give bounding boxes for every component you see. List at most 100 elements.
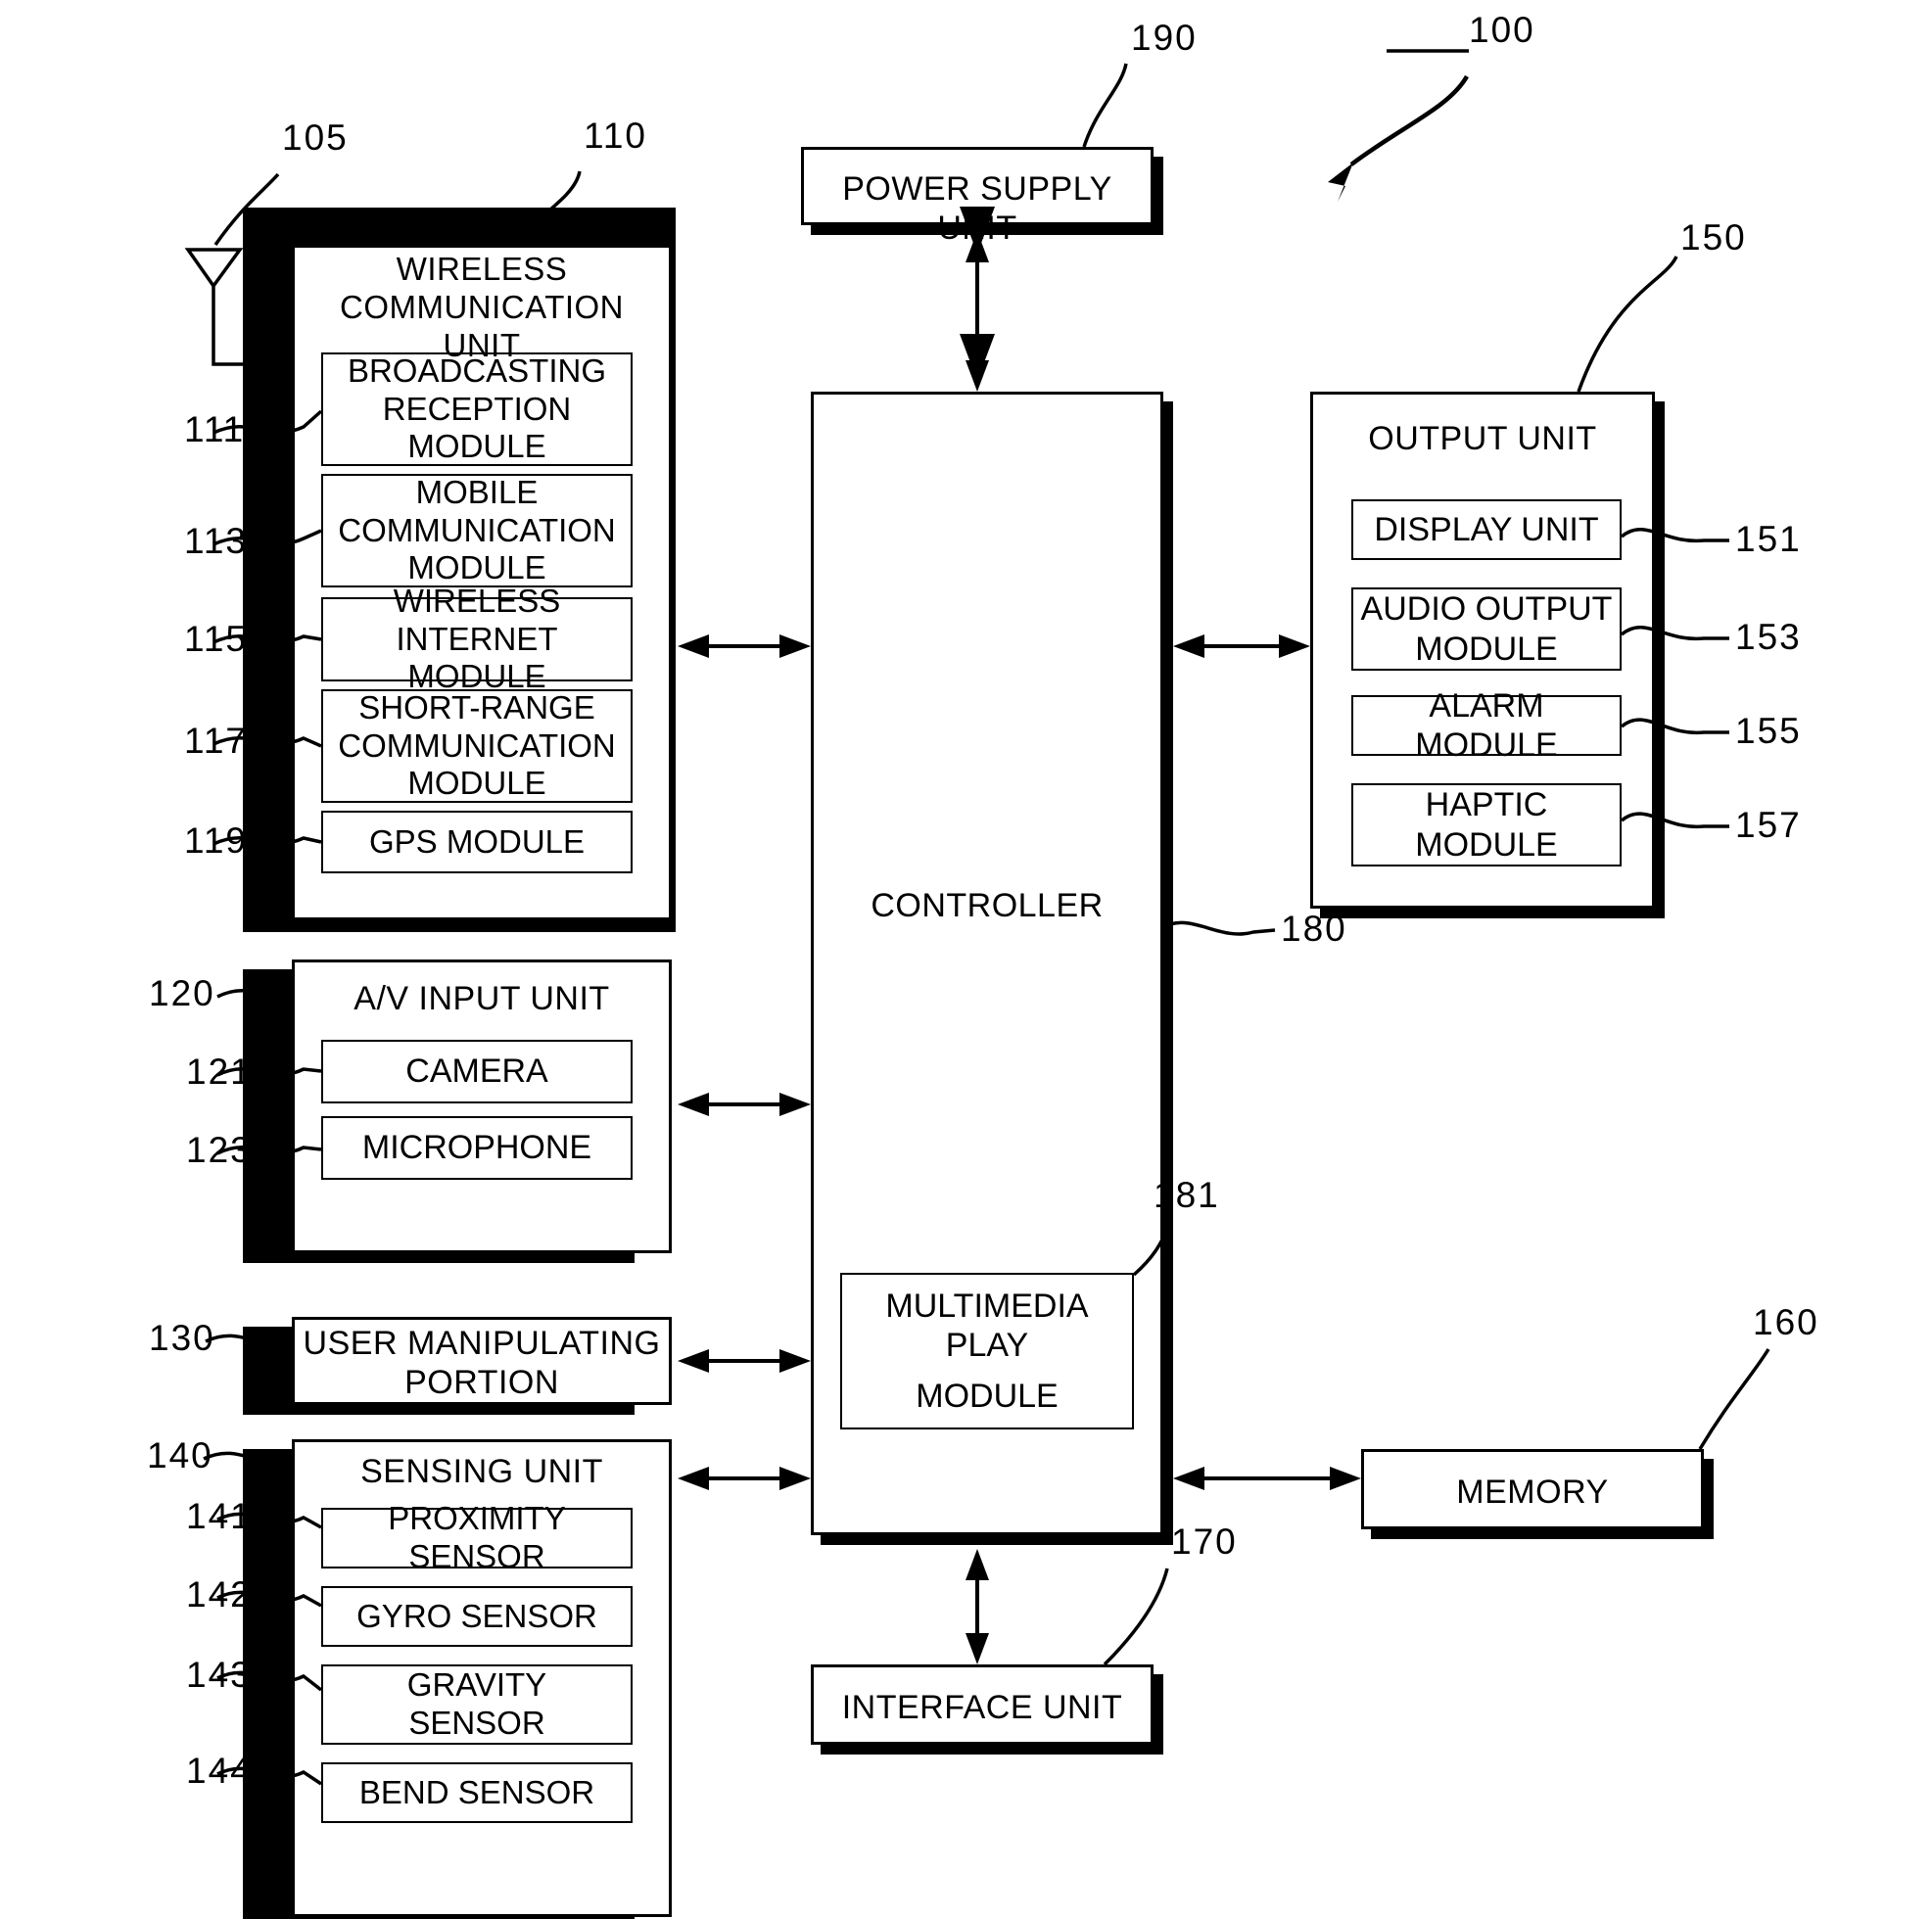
brm-line-3: MODULE xyxy=(407,428,546,465)
ref-115: 115 xyxy=(184,619,248,659)
arrow-ump-controller xyxy=(678,1349,811,1373)
audio-output-module[interactable]: AUDIO OUTPUT MODULE xyxy=(1351,587,1622,671)
gravity-line-1: GRAVITY xyxy=(406,1666,547,1704)
leader-100 xyxy=(1328,49,1469,202)
leader-105 xyxy=(213,172,280,247)
user-manipulating-portion-title: USER MANIPULATING PORTION xyxy=(292,1324,672,1402)
display-unit[interactable]: DISPLAY UNIT xyxy=(1351,499,1622,560)
arrow-wireless-controller xyxy=(678,634,811,658)
arrow-power-controller xyxy=(960,207,995,392)
arrow-controller-output xyxy=(1173,634,1310,658)
leader-160 xyxy=(1698,1348,1770,1450)
leader-140 xyxy=(203,1451,293,1465)
wireless-communication-unit-title: WIRELESS COMMUNICATION UNIT xyxy=(292,251,672,365)
ref-119: 119 xyxy=(184,820,248,861)
bend-sensor[interactable]: BEND SENSOR xyxy=(321,1762,633,1823)
ref-150: 150 xyxy=(1680,217,1747,257)
ref-144: 144 xyxy=(186,1751,253,1791)
arrow-controller-memory xyxy=(1173,1467,1361,1490)
mpm-line-1: MULTIMEDIA PLAY xyxy=(885,1287,1089,1364)
gps-label: GPS MODULE xyxy=(368,822,586,860)
patent-figure: WIRELESS COMMUNICATION UNIT BROADCASTING… xyxy=(0,0,1932,1919)
leader-120 xyxy=(216,988,296,999)
gravity-line-2: SENSOR xyxy=(408,1705,545,1741)
microphone-module[interactable]: MICROPHONE xyxy=(321,1116,633,1180)
output-unit-title: OUTPUT UNIT xyxy=(1310,419,1655,458)
wim-line-2: INTERNET MODULE xyxy=(396,620,558,695)
ref-142: 142 xyxy=(186,1574,253,1615)
ref-117: 117 xyxy=(184,721,248,761)
broadcasting-reception-module[interactable]: BROADCASTING RECEPTION MODULE xyxy=(321,352,633,466)
microphone-label: MICROPHONE xyxy=(361,1129,592,1167)
gyro-sensor[interactable]: GYRO SENSOR xyxy=(321,1586,633,1647)
srcm-line-1: SHORT-RANGE xyxy=(358,688,595,725)
srcm-line-2: COMMUNICATION xyxy=(338,726,616,764)
camera-label: CAMERA xyxy=(405,1053,548,1091)
ref-155: 155 xyxy=(1735,711,1802,751)
ump-line-2: PORTION xyxy=(404,1364,559,1402)
ref-141: 141 xyxy=(186,1496,253,1536)
ref-143: 143 xyxy=(186,1655,253,1695)
leader-170 xyxy=(1103,1568,1169,1666)
haptic-module[interactable]: HAPTIC MODULE xyxy=(1351,783,1622,866)
ref-110: 110 xyxy=(584,116,647,156)
ref-113: 113 xyxy=(184,521,248,561)
ump-line-1: USER MANIPULATING xyxy=(303,1325,661,1362)
ref-170: 170 xyxy=(1171,1521,1238,1562)
ref-111: 111 xyxy=(184,409,246,449)
bend-sensor-label: BEND SENSOR xyxy=(358,1773,595,1810)
av-input-unit-label: A/V INPUT UNIT xyxy=(353,980,610,1017)
ref-105: 105 xyxy=(282,117,349,158)
ref-190: 190 xyxy=(1131,18,1198,58)
controller-title: CONTROLLER xyxy=(811,886,1163,925)
antenna-icon xyxy=(184,248,292,366)
haptic-line-2: MODULE xyxy=(1415,825,1558,864)
haptic-line-1: HAPTIC xyxy=(1425,786,1548,824)
multimedia-play-module[interactable]: MULTIMEDIA PLAY MODULE xyxy=(840,1273,1134,1429)
ref-130: 130 xyxy=(149,1318,215,1358)
gravity-sensor[interactable]: GRAVITY SENSOR xyxy=(321,1664,633,1745)
mobile-communication-module[interactable]: MOBILE COMMUNICATION MODULE xyxy=(321,474,633,587)
mcm-line-1: MOBILE xyxy=(415,473,539,510)
gps-module[interactable]: GPS MODULE xyxy=(321,811,633,873)
sensing-unit-title: SENSING UNIT xyxy=(292,1452,672,1491)
interface-unit-label: INTERFACE UNIT xyxy=(841,1689,1123,1726)
aom-line-2: MODULE xyxy=(1415,630,1558,668)
short-range-communication-module[interactable]: SHORT-RANGE COMMUNICATION MODULE xyxy=(321,689,633,803)
proximity-sensor[interactable]: PROXIMITY SENSOR xyxy=(321,1500,633,1574)
mcm-line-2: COMMUNICATION xyxy=(338,511,616,548)
wcu-title-line-2: COMMUNICATION xyxy=(339,288,625,325)
ref-181: 181 xyxy=(1154,1175,1220,1215)
ref-123: 123 xyxy=(186,1130,253,1170)
wireless-internet-module[interactable]: WIRELESS INTERNET MODULE xyxy=(321,583,633,694)
memory-title: MEMORY xyxy=(1361,1473,1704,1512)
av-input-unit-title: A/V INPUT UNIT xyxy=(292,979,672,1018)
alarm-module[interactable]: ALARM MODULE xyxy=(1351,687,1622,764)
leader-190 xyxy=(1082,63,1128,148)
arrow-av-controller xyxy=(678,1093,811,1116)
display-unit-label: DISPLAY UNIT xyxy=(1374,510,1599,548)
camera-module[interactable]: CAMERA xyxy=(321,1040,633,1103)
leader-130 xyxy=(205,1334,293,1346)
gyro-sensor-label: GYRO SENSOR xyxy=(356,1597,597,1634)
arrow-controller-interface xyxy=(966,1549,989,1664)
ref-157: 157 xyxy=(1735,805,1802,845)
power-supply-unit-label: POWER SUPPLY UNIT xyxy=(842,170,1112,248)
proximity-sensor-label: PROXIMITY SENSOR xyxy=(388,1500,566,1574)
ref-100: 100 xyxy=(1469,10,1535,50)
ref-120: 120 xyxy=(149,973,215,1013)
output-unit-label: OUTPUT UNIT xyxy=(1368,420,1597,457)
mpm-line-2: MODULE xyxy=(916,1378,1059,1415)
memory-label: MEMORY xyxy=(1456,1474,1609,1511)
ref-180: 180 xyxy=(1281,909,1347,949)
interface-unit-title: INTERFACE UNIT xyxy=(811,1688,1154,1727)
wim-line-1: WIRELESS xyxy=(393,582,561,619)
leader-180 xyxy=(1160,920,1276,936)
wcu-title-line-3: UNIT xyxy=(443,326,521,363)
leader-110 xyxy=(507,170,582,247)
ref-160: 160 xyxy=(1753,1302,1819,1342)
wcu-title-line-1: WIRELESS xyxy=(396,251,568,287)
arrow-sensing-controller xyxy=(678,1467,811,1490)
brm-line-2: RECEPTION xyxy=(382,390,572,427)
ref-140: 140 xyxy=(147,1435,213,1475)
